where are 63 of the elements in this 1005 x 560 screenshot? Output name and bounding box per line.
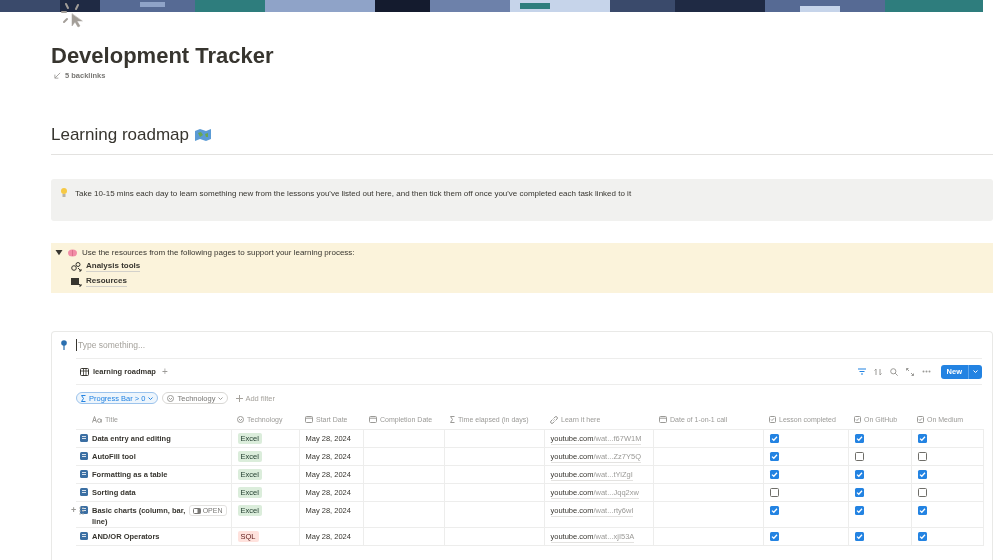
calendar-icon [305,416,313,423]
chevron-icon [218,396,224,400]
toggle-text: Use the resources from the following pages to support your learning process: [82,248,355,257]
checkbox[interactable] [769,470,779,479]
page-icon [80,470,88,478]
caret-icon [973,370,978,373]
checkbox[interactable] [854,470,864,479]
page-link[interactable]: Analysis tools [86,261,141,272]
calendar-icon [659,416,667,423]
map-icon [195,129,211,141]
page-icon [80,532,88,540]
section-heading: Learning roadmap [51,125,189,145]
checkbox[interactable] [917,434,927,443]
expand-icon[interactable] [905,367,914,376]
callout-text: Take 10-15 mins each day to learn something new from the lessons you've listed out here, and then tick them off once you've completed each task linked to it [75,188,632,199]
text-input-field[interactable]: Type something... [76,339,982,351]
select-icon [237,416,244,423]
calendar-icon [369,416,377,423]
checkbox[interactable] [854,434,864,443]
checkbox-type-icon [854,416,861,423]
checkbox-type-icon [769,416,776,423]
page-icon [80,488,88,496]
brain-icon [68,248,77,257]
shapes-link-icon [71,261,82,272]
checkbox[interactable] [854,506,864,515]
sigma-icon [81,394,86,402]
toggle-triangle-icon[interactable] [55,249,63,256]
checkbox[interactable] [769,488,779,497]
checkbox[interactable] [769,532,779,541]
sigma-icon [450,416,455,423]
chevron-icon [148,396,154,400]
add-view-button[interactable]: + [161,366,168,377]
link-icon [550,415,558,424]
page-icon [80,434,88,442]
backlink-arrow-icon [54,72,61,79]
select-icon [167,394,175,402]
cursor-icon [58,0,86,28]
search-icon[interactable] [889,367,898,376]
checkbox[interactable] [769,452,779,461]
checkbox[interactable] [917,532,927,541]
checkbox[interactable] [917,488,927,497]
checkbox[interactable] [917,506,927,515]
checkbox[interactable] [769,434,779,443]
checkbox-type-icon [917,416,924,423]
more-icon[interactable] [921,370,931,373]
checkbox[interactable] [917,470,927,479]
table-icon [80,367,89,376]
page-icon [80,452,88,460]
lightbulb-icon [61,188,67,197]
filter-icon[interactable] [857,368,866,375]
box-link-icon [71,276,82,287]
checkbox[interactable] [917,452,927,461]
checkbox[interactable] [769,506,779,515]
page-link[interactable]: Resources [86,276,127,287]
side-panel-icon [192,507,201,514]
checkbox[interactable] [854,488,864,497]
pin-icon [61,340,67,350]
checkbox[interactable] [854,452,864,461]
page-title: Development Tracker [51,43,274,69]
checkbox[interactable] [854,532,864,541]
plus-icon [236,394,244,402]
text-type-icon [92,416,102,423]
add-row-button[interactable]: + [71,506,77,515]
